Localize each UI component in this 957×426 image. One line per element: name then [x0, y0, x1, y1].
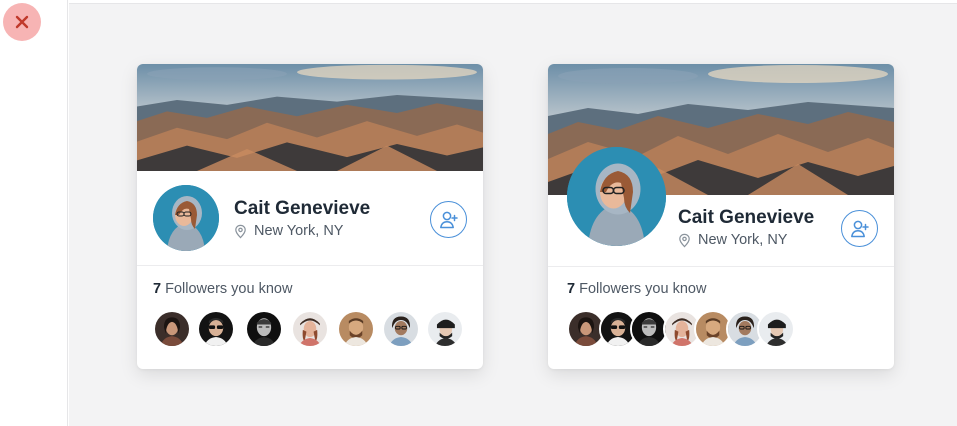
profile-name: Cait Genevieve — [234, 198, 371, 219]
followers-count: 7 — [567, 281, 576, 297]
followers-label: Followers you know — [161, 281, 293, 297]
profile-card-large: Cait Genevieve New York, NY 7 Followers … — [548, 64, 894, 369]
cover-image — [137, 64, 483, 171]
followers-label: Followers you know — [575, 281, 707, 297]
profile-name: Cait Genevieve — [678, 207, 815, 228]
friend-avatar[interactable] — [337, 310, 375, 348]
preview-canvas: Cait Genevieve New York, NY 7 Followers … — [69, 3, 957, 426]
left-rail — [0, 0, 68, 426]
follow-button[interactable] — [430, 201, 467, 238]
location-pin-icon — [235, 224, 246, 238]
followers-count: 7 — [153, 281, 162, 297]
friend-avatar[interactable] — [153, 310, 191, 348]
friend-avatar[interactable] — [197, 310, 235, 348]
add-user-icon — [850, 220, 869, 237]
divider — [137, 265, 483, 266]
followers-you-know: 7 Followers you know — [567, 281, 706, 297]
profile-avatar[interactable] — [567, 147, 666, 246]
friend-avatar[interactable] — [757, 310, 795, 348]
friend-avatar[interactable] — [245, 310, 283, 348]
profile-card-compact: Cait Genevieve New York, NY 7 Followers … — [137, 64, 483, 369]
location-text: New York, NY — [698, 232, 788, 248]
friend-avatar[interactable] — [291, 310, 329, 348]
profile-avatar[interactable] — [153, 185, 219, 251]
location-pin-icon — [679, 233, 690, 247]
friend-avatar[interactable] — [426, 310, 464, 348]
follow-button[interactable] — [841, 210, 878, 247]
friend-avatar[interactable] — [382, 310, 420, 348]
profile-location: New York, NY — [233, 223, 343, 239]
followers-you-know: 7 Followers you know — [153, 281, 292, 297]
location-text: New York, NY — [254, 223, 344, 239]
divider — [548, 266, 894, 267]
close-icon — [15, 15, 29, 29]
close-button[interactable] — [3, 3, 41, 41]
profile-location: New York, NY — [677, 232, 787, 248]
add-user-icon — [439, 211, 458, 228]
